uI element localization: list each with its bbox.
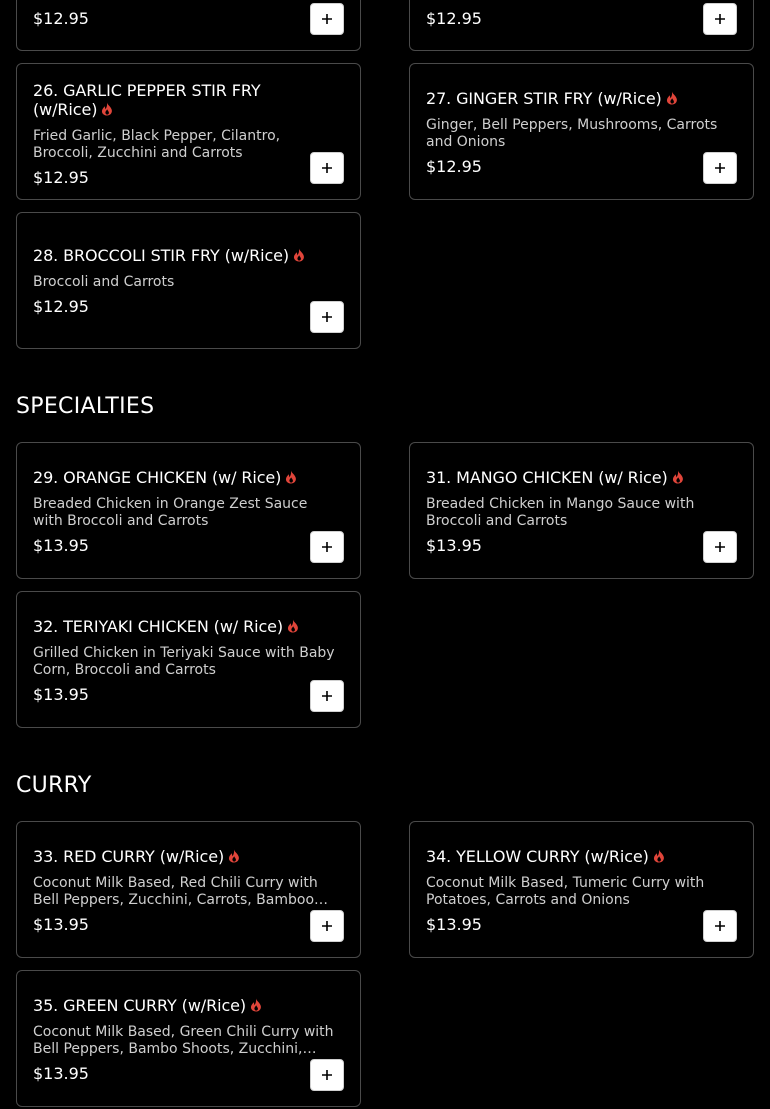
item-description: Grilled Chicken in Teriyaki Sauce with B…	[33, 645, 335, 678]
item-description: Broccoli and Carrots	[33, 274, 175, 290]
item-title: 35. GREEN CURRY (w/Rice)	[33, 996, 262, 1015]
add-to-cart-button[interactable]	[310, 910, 344, 942]
item-title: 26. GARLIC PEPPER STIR FRY (w/Rice)	[33, 81, 261, 119]
item-price: $13.95	[426, 536, 482, 555]
item-description: Coconut Milk Based, Red Chili Curry with…	[33, 875, 318, 908]
item-description: Coconut Milk Based, Tumeric Curry with P…	[426, 875, 705, 908]
add-to-cart-button[interactable]	[703, 910, 737, 942]
item-price: $12.95	[33, 297, 89, 316]
item-description: Ginger, Bell Peppers, Mushrooms, Carrots…	[426, 117, 718, 150]
plus-icon	[715, 163, 725, 173]
plus-icon	[322, 163, 332, 173]
menu-item-card-partial[interactable]: $12.95	[409, 0, 754, 51]
flame-icon	[286, 470, 297, 483]
item-price: $12.95	[426, 9, 482, 28]
flame-icon	[250, 998, 261, 1011]
menu-item-card[interactable]: 29. ORANGE CHICKEN (w/ Rice) Breaded Chi…	[16, 442, 361, 579]
plus-icon	[715, 14, 725, 24]
flame-icon	[666, 91, 677, 104]
add-to-cart-button[interactable]	[703, 152, 737, 184]
menu-item-card[interactable]: 33. RED CURRY (w/Rice) Coconut Milk Base…	[16, 821, 361, 958]
item-price: $13.95	[33, 685, 89, 704]
plus-icon	[322, 691, 332, 701]
item-title: 33. RED CURRY (w/Rice)	[33, 847, 240, 866]
add-to-cart-button[interactable]	[310, 301, 344, 333]
menu-item-card[interactable]: 28. BROCCOLI STIR FRY (w/Rice) Broccoli …	[16, 212, 361, 349]
menu-item-card[interactable]: 32. TERIYAKI CHICKEN (w/ Rice) Grilled C…	[16, 591, 361, 728]
plus-icon	[322, 542, 332, 552]
item-price: $13.95	[33, 915, 89, 934]
add-to-cart-button[interactable]	[310, 1059, 344, 1091]
add-to-cart-button[interactable]	[310, 3, 344, 35]
add-to-cart-button[interactable]	[310, 152, 344, 184]
flame-icon	[653, 849, 664, 862]
section-heading-curry: CURRY	[16, 773, 92, 798]
add-to-cart-button[interactable]	[310, 680, 344, 712]
section-heading-specialties: SPECIALTIES	[16, 394, 155, 419]
plus-icon	[322, 1070, 332, 1080]
flame-icon	[229, 849, 239, 862]
menu-item-card[interactable]: 26. GARLIC PEPPER STIR FRY (w/Rice) Frie…	[16, 63, 361, 200]
item-description: Coconut Milk Based, Green Chili Curry wi…	[33, 1024, 334, 1057]
plus-icon	[715, 542, 725, 552]
menu-item-card[interactable]: 35. GREEN CURRY (w/Rice) Coconut Milk Ba…	[16, 970, 361, 1107]
plus-icon	[322, 14, 332, 24]
item-title: 28. BROCCOLI STIR FRY (w/Rice)	[33, 246, 305, 265]
item-description: Breaded Chicken in Orange Zest Sauce wit…	[33, 496, 308, 529]
plus-icon	[715, 921, 725, 931]
item-price: $12.95	[33, 168, 89, 187]
flame-icon	[102, 102, 113, 116]
item-description: Breaded Chicken in Mango Sauce with Broc…	[426, 496, 695, 529]
menu-item-card[interactable]: 34. YELLOW CURRY (w/Rice) Coconut Milk B…	[409, 821, 754, 958]
menu-item-card[interactable]: 31. MANGO CHICKEN (w/ Rice) Breaded Chic…	[409, 442, 754, 579]
item-price: $12.95	[426, 157, 482, 176]
menu-item-card[interactable]: 27. GINGER STIR FRY (w/Rice) Ginger, Bel…	[409, 63, 754, 200]
add-to-cart-button[interactable]	[703, 531, 737, 563]
item-price: $13.95	[33, 536, 89, 555]
add-to-cart-button[interactable]	[703, 3, 737, 35]
item-title: 27. GINGER STIR FRY (w/Rice)	[426, 89, 678, 108]
flame-icon	[287, 619, 298, 632]
flame-icon	[672, 470, 683, 483]
item-price: $13.95	[426, 915, 482, 934]
item-title: 31. MANGO CHICKEN (w/ Rice)	[426, 468, 684, 487]
menu-item-card-partial[interactable]: $12.95	[16, 0, 361, 51]
item-price: $13.95	[33, 1064, 89, 1083]
item-title: 32. TERIYAKI CHICKEN (w/ Rice)	[33, 617, 299, 636]
plus-icon	[322, 921, 332, 931]
item-description: Fried Garlic, Black Pepper, Cilantro, Br…	[33, 128, 281, 161]
add-to-cart-button[interactable]	[310, 531, 344, 563]
plus-icon	[322, 312, 332, 322]
item-price: $12.95	[33, 9, 89, 28]
item-title: 34. YELLOW CURRY (w/Rice)	[426, 847, 665, 866]
item-title: 29. ORANGE CHICKEN (w/ Rice)	[33, 468, 297, 487]
flame-icon	[294, 248, 304, 261]
